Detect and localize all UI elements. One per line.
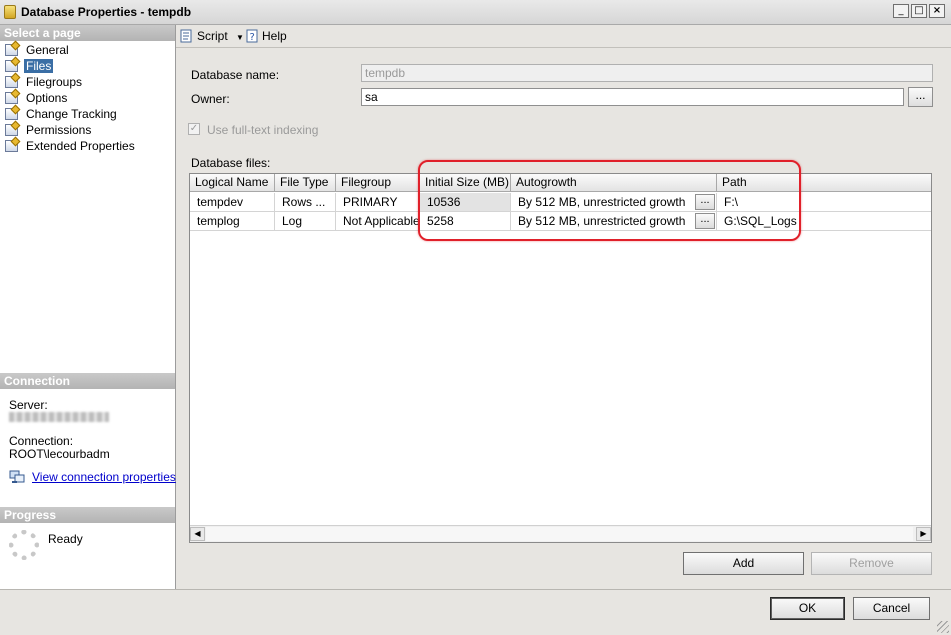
page-item-change-tracking[interactable]: Change Tracking <box>0 106 175 122</box>
toolbar: Script ▼ ? Help <box>176 25 951 47</box>
cell-logical-name[interactable]: tempdev <box>190 193 275 212</box>
database-name-field: tempdb <box>361 64 933 82</box>
database-icon <box>4 5 16 19</box>
script-icon <box>180 29 192 43</box>
server-value-redacted <box>9 412 109 422</box>
cell-logical-name[interactable]: templog <box>190 212 275 231</box>
column-header-autogrowth[interactable]: Autogrowth <box>511 174 717 192</box>
page-icon <box>5 60 18 72</box>
select-page-header: Select a page <box>0 25 175 41</box>
scroll-left-arrow-icon[interactable]: ◀ <box>190 527 205 541</box>
progress-header: Progress <box>0 507 175 523</box>
view-connection-properties-link[interactable]: View connection properties <box>32 470 176 484</box>
page-icon <box>5 140 18 152</box>
close-button[interactable]: × <box>929 4 945 18</box>
autogrowth-text: By 512 MB, unrestricted growth <box>518 195 686 209</box>
grid-header: Logical Name File Type Filegroup Initial… <box>190 174 931 192</box>
cell-autogrowth: By 512 MB, unrestricted growth... <box>511 193 717 212</box>
horizontal-scrollbar[interactable]: ◀ ▶ <box>190 525 931 542</box>
table-row: templog Log Not Applicable 5258 By 512 M… <box>190 212 931 231</box>
page-item-permissions[interactable]: Permissions <box>0 122 175 138</box>
database-files-label: Database files: <box>191 156 271 170</box>
cell-initial-size[interactable]: 10536 <box>420 193 511 212</box>
page-item-general[interactable]: General <box>0 42 175 58</box>
table-row: tempdev Rows ... PRIMARY 10536 By 512 MB… <box>190 193 931 212</box>
cancel-button[interactable]: Cancel <box>853 597 930 620</box>
help-button[interactable]: ? Help <box>245 28 287 44</box>
cell-path[interactable]: F:\ <box>717 193 931 212</box>
cell-filegroup[interactable]: Not Applicable <box>336 212 420 231</box>
autogrowth-edit-button[interactable]: ... <box>695 213 715 229</box>
page-icon <box>5 92 18 104</box>
cell-initial-size[interactable]: 5258 <box>420 212 511 231</box>
column-header-file-type[interactable]: File Type <box>275 174 336 192</box>
autogrowth-text: By 512 MB, unrestricted growth <box>518 214 686 228</box>
title-bar: Database Properties - tempdb _ □ × <box>0 0 951 25</box>
right-pane: Script ▼ ? Help Database name: tempdb Ow… <box>176 25 951 589</box>
page-item-options[interactable]: Options <box>0 90 175 106</box>
cell-autogrowth: By 512 MB, unrestricted growth... <box>511 212 717 231</box>
page-icon <box>5 124 18 136</box>
chevron-down-icon: ▼ <box>236 33 244 42</box>
scroll-thumb[interactable] <box>206 527 913 541</box>
database-name-label: Database name: <box>191 68 280 82</box>
page-icon <box>5 44 18 56</box>
owner-browse-button[interactable]: ... <box>908 87 933 107</box>
server-label: Server: <box>9 398 48 412</box>
help-icon: ? <box>246 29 258 43</box>
cell-file-type[interactable]: Log <box>275 212 336 231</box>
add-button[interactable]: Add <box>683 552 804 575</box>
maximize-button[interactable]: □ <box>911 4 927 18</box>
owner-label: Owner: <box>191 92 230 106</box>
connection-properties-icon <box>9 470 25 483</box>
cell-path[interactable]: G:\SQL_Logs <box>717 212 931 231</box>
window-title: Database Properties - tempdb <box>21 5 192 19</box>
database-files-grid: Logical Name File Type Filegroup Initial… <box>189 173 932 543</box>
script-button[interactable]: Script ▼ <box>180 28 244 44</box>
page-item-filegroups[interactable]: Filegroups <box>0 74 175 90</box>
owner-field[interactable]: sa <box>361 88 904 106</box>
svg-text:?: ? <box>250 32 255 43</box>
window-controls: _ □ × <box>893 4 945 18</box>
scroll-right-arrow-icon[interactable]: ▶ <box>916 527 931 541</box>
page-list: General Files Filegroups Options Change … <box>0 42 175 154</box>
progress-status: Ready <box>48 532 83 546</box>
page-icon <box>5 108 18 120</box>
remove-button: Remove <box>811 552 932 575</box>
cell-filegroup[interactable]: PRIMARY <box>336 193 420 212</box>
fulltext-label: Use full-text indexing <box>207 123 319 137</box>
column-header-initial-size[interactable]: Initial Size (MB) <box>420 174 511 192</box>
connection-value: ROOT\lecourbadm <box>9 447 110 461</box>
autogrowth-edit-button[interactable]: ... <box>695 194 715 210</box>
toolbar-divider <box>176 47 951 48</box>
connection-label: Connection: <box>9 434 74 448</box>
column-header-logical-name[interactable]: Logical Name <box>190 174 275 192</box>
left-pane: Select a page General Files Filegroups O… <box>0 25 176 589</box>
minimize-button[interactable]: _ <box>893 4 909 18</box>
page-item-files[interactable]: Files <box>0 58 175 74</box>
column-header-path[interactable]: Path <box>717 174 931 192</box>
progress-spinner-icon <box>9 530 39 560</box>
cell-file-type[interactable]: Rows ... <box>275 193 336 212</box>
connection-header: Connection <box>0 373 175 389</box>
dialog-button-bar: OK Cancel <box>0 589 951 635</box>
fulltext-checkbox: ✓ <box>188 123 200 135</box>
page-icon <box>5 76 18 88</box>
page-item-extended-properties[interactable]: Extended Properties <box>0 138 175 154</box>
ok-button[interactable]: OK <box>770 597 845 620</box>
column-header-filegroup[interactable]: Filegroup <box>336 174 420 192</box>
resize-grip-icon[interactable] <box>937 621 949 633</box>
